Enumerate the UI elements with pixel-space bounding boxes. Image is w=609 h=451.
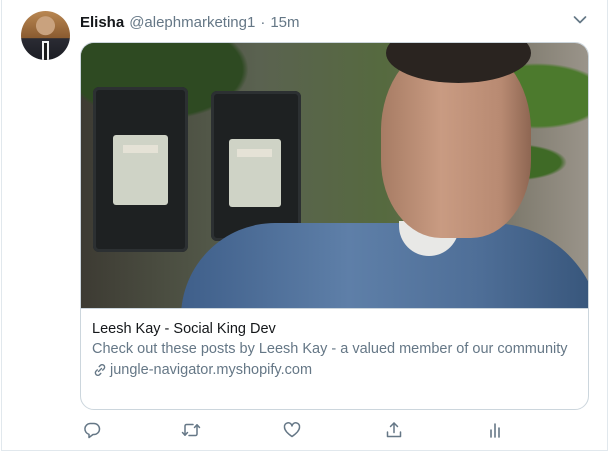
link-icon	[92, 362, 108, 378]
tweet[interactable]: Elisha @alephmarketing1 · 15m Leesh Kay …	[1, 0, 608, 451]
card-description: Check out these posts by Leesh Kay - a v…	[92, 341, 568, 357]
author-name[interactable]: Elisha	[80, 14, 124, 31]
avatar-tie	[44, 43, 47, 60]
tweet-timestamp[interactable]: 15m	[270, 14, 299, 31]
avatar[interactable]	[21, 11, 70, 60]
card-image[interactable]	[81, 43, 588, 308]
analytics-icon[interactable]	[483, 418, 507, 442]
reply-icon[interactable]	[80, 418, 104, 442]
card-title: Leesh Kay - Social King Dev	[92, 321, 276, 337]
chevron-down-icon[interactable]	[570, 10, 590, 30]
share-icon[interactable]	[382, 418, 406, 442]
electric-meter-left	[93, 87, 188, 252]
separator-dot: ·	[260, 13, 266, 31]
retweet-icon[interactable]	[179, 418, 203, 442]
electric-meter-right	[211, 91, 301, 241]
card-domain: jungle-navigator.myshopify.com	[92, 360, 577, 380]
card-body[interactable]: Leesh Kay - Social King Dev Check out th…	[81, 308, 588, 409]
tweet-header: Elisha @alephmarketing1 · 15m	[80, 12, 300, 32]
person-shirt	[181, 223, 588, 308]
link-card[interactable]: Leesh Kay - Social King Dev Check out th…	[80, 42, 589, 410]
card-domain-text: jungle-navigator.myshopify.com	[110, 362, 313, 378]
heart-icon[interactable]	[280, 418, 304, 442]
author-handle[interactable]: @alephmarketing1	[129, 14, 255, 31]
tweet-actions	[80, 418, 510, 442]
